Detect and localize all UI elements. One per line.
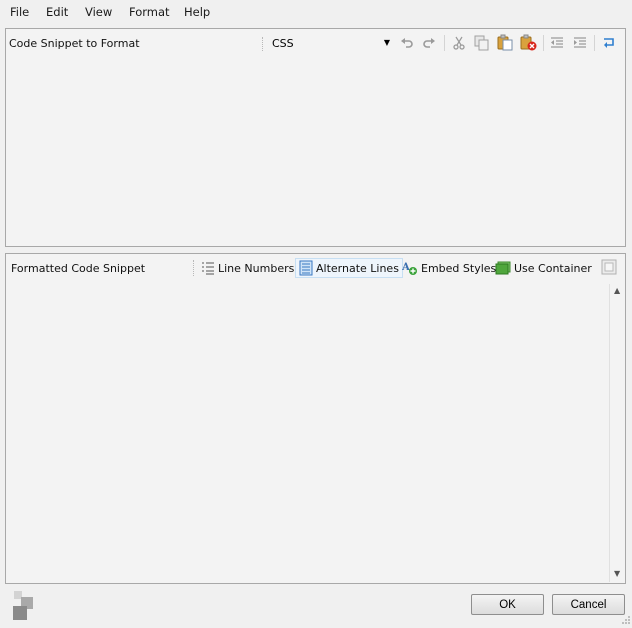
menu-format[interactable]: Format	[129, 5, 170, 19]
toolbar-separator	[594, 35, 595, 51]
ok-button[interactable]: OK	[471, 594, 544, 615]
copy-icon[interactable]	[473, 34, 491, 52]
alternate-lines-icon	[299, 260, 313, 276]
input-panel: Code Snippet to Format CSS ▼	[5, 28, 626, 247]
alternate-lines-label: Alternate Lines	[316, 261, 399, 275]
menu-bar: File Edit View Format Help	[0, 0, 632, 24]
svg-text:A: A	[402, 262, 410, 273]
toolbar-separator	[543, 35, 544, 51]
chevron-down-icon: ▼	[383, 38, 390, 47]
container-icon	[495, 261, 511, 275]
redo-icon[interactable]	[420, 34, 438, 52]
input-panel-label: Code Snippet to Format	[9, 37, 140, 50]
toolbar-separator	[193, 260, 194, 276]
paste-icon[interactable]	[496, 33, 514, 51]
menu-view[interactable]: View	[85, 5, 112, 19]
embed-styles-label: Embed Styles	[421, 261, 497, 275]
undo-icon[interactable]	[398, 34, 416, 52]
word-wrap-icon[interactable]	[600, 34, 618, 52]
line-numbers-toggle[interactable]: Line Numbers	[198, 258, 297, 278]
embed-styles-icon: A	[402, 262, 417, 275]
resize-grip-icon[interactable]	[621, 615, 631, 625]
cut-icon[interactable]	[450, 34, 468, 52]
vertical-scrollbar[interactable]: ▲ ▼	[609, 284, 625, 582]
use-container-label: Use Container	[514, 261, 592, 275]
output-panel: Formatted Code Snippet Line Numbers Alte…	[5, 253, 626, 584]
line-numbers-icon	[202, 262, 214, 275]
copy-output-icon[interactable]	[600, 258, 618, 276]
scroll-down-icon[interactable]: ▼	[614, 569, 620, 578]
line-numbers-label: Line Numbers	[218, 261, 295, 275]
cancel-button[interactable]: Cancel	[552, 594, 625, 615]
app-logo-icon	[13, 590, 35, 622]
menu-edit[interactable]: Edit	[46, 5, 68, 19]
scroll-up-icon[interactable]: ▲	[614, 286, 620, 295]
use-container-toggle[interactable]: Use Container	[492, 258, 595, 278]
language-value: CSS	[272, 37, 294, 50]
menu-help[interactable]: Help	[184, 5, 210, 19]
language-select[interactable]: CSS ▼	[268, 34, 392, 52]
toolbar-separator	[444, 35, 445, 51]
indent-icon[interactable]	[571, 34, 589, 52]
output-panel-label: Formatted Code Snippet	[11, 262, 146, 275]
menu-file[interactable]: File	[10, 5, 29, 19]
alternate-lines-toggle[interactable]: Alternate Lines	[295, 258, 403, 278]
clear-icon[interactable]	[519, 33, 537, 51]
toolbar-separator	[262, 37, 263, 51]
outdent-icon[interactable]	[548, 34, 566, 52]
embed-styles-toggle[interactable]: A Embed Styles	[399, 258, 499, 278]
